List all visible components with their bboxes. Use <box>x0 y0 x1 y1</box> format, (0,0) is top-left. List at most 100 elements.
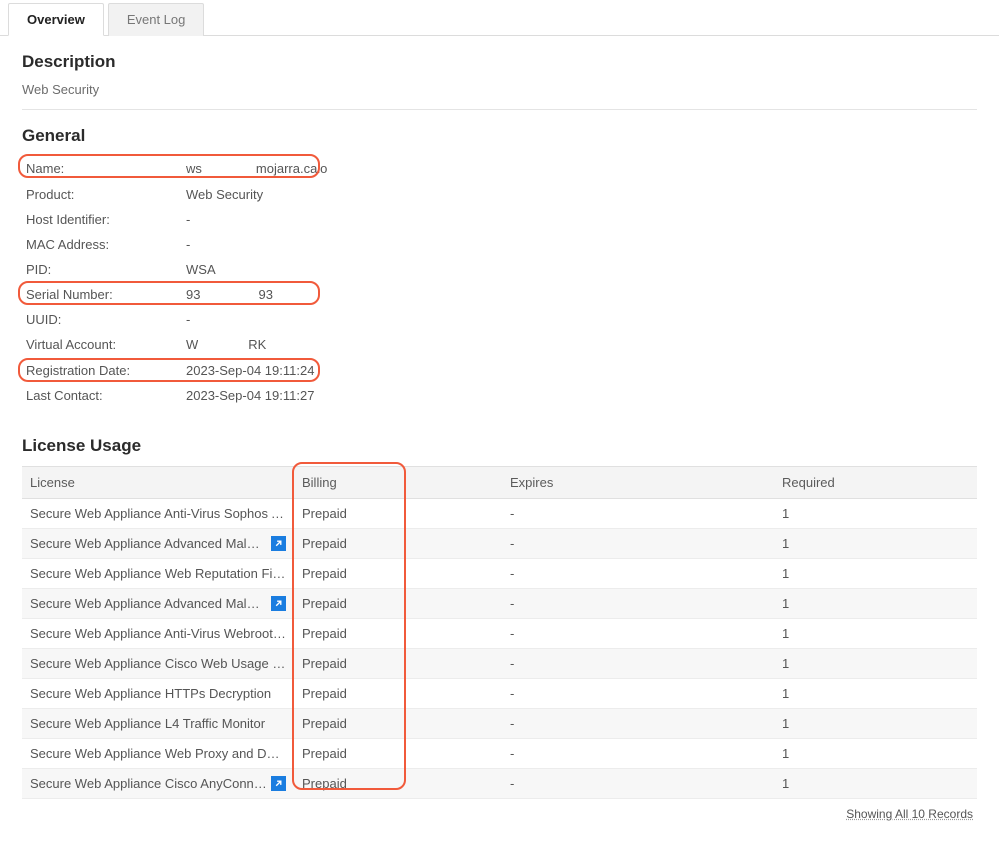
external-link-icon[interactable] <box>271 596 286 611</box>
license-name: Secure Web Appliance HTTPs Decryption <box>30 686 286 701</box>
cell-license: Secure Web Appliance Web Proxy and DVS E… <box>22 739 294 768</box>
row-mac: MAC Address: - <box>22 232 977 257</box>
tab-overview[interactable]: Overview <box>8 3 104 36</box>
value-name: wsmojarra.calo <box>182 156 977 182</box>
description-title: Description <box>22 52 977 72</box>
label-lastcontact: Last Contact: <box>22 383 182 408</box>
row-pid: PID: WSA <box>22 257 977 282</box>
row-name: Name: wsmojarra.calo <box>22 156 977 182</box>
label-product: Product: <box>22 182 182 207</box>
value-uuid: - <box>182 307 977 332</box>
license-title: License Usage <box>22 436 977 456</box>
value-lastcontact: 2023-Sep-04 19:11:27 <box>182 383 977 408</box>
header-billing[interactable]: Billing <box>294 467 502 498</box>
cell-license: Secure Web Appliance Anti-Virus Webroot … <box>22 619 294 648</box>
table-row[interactable]: Secure Web Appliance HTTPs Decryption Pre… <box>22 679 977 709</box>
external-link-icon[interactable] <box>271 776 286 791</box>
license-name: Secure Web Appliance Advanced Malware Pr… <box>30 596 267 611</box>
license-block: License Billing Expires Required Secure … <box>22 466 977 799</box>
license-name: Secure Web Appliance Anti-Virus Sophos A… <box>30 506 286 521</box>
table-row[interactable]: Secure Web Appliance Cisco AnyConnect SM… <box>22 769 977 799</box>
license-name: Secure Web Appliance Cisco AnyConnect SM… <box>30 776 267 791</box>
label-va: Virtual Account: <box>22 332 182 358</box>
cell-expires: - <box>502 619 774 648</box>
cell-expires: - <box>502 589 774 618</box>
row-host: Host Identifier: - <box>22 207 977 232</box>
cell-license: Secure Web Appliance Cisco AnyConnect SM… <box>22 769 294 798</box>
cell-required: 1 <box>774 499 977 528</box>
cell-license: Secure Web Appliance L4 Traffic Monitor <box>22 709 294 738</box>
cell-billing: Prepaid <box>294 769 502 798</box>
cell-license: Secure Web Appliance Anti-Virus Sophos A… <box>22 499 294 528</box>
cell-expires: - <box>502 529 774 558</box>
cell-billing: Prepaid <box>294 559 502 588</box>
license-name: Secure Web Appliance Cisco Web Usage Con… <box>30 656 286 671</box>
cell-required: 1 <box>774 589 977 618</box>
row-uuid: UUID: - <box>22 307 977 332</box>
cell-required: 1 <box>774 679 977 708</box>
license-rows: Secure Web Appliance Anti-Virus Sophos A… <box>22 499 977 799</box>
cell-expires: - <box>502 649 774 678</box>
cell-billing: Prepaid <box>294 679 502 708</box>
cell-required: 1 <box>774 649 977 678</box>
table-row[interactable]: Secure Web Appliance L4 Traffic Monitor P… <box>22 709 977 739</box>
cell-license: Secure Web Appliance Cisco Web Usage Con… <box>22 649 294 678</box>
cell-billing: Prepaid <box>294 499 502 528</box>
cell-required: 1 <box>774 559 977 588</box>
cell-required: 1 <box>774 769 977 798</box>
cell-billing: Prepaid <box>294 709 502 738</box>
description-value: Web Security <box>22 82 977 97</box>
cell-billing: Prepaid <box>294 589 502 618</box>
label-serial: Serial Number: <box>22 282 182 308</box>
table-row[interactable]: Secure Web Appliance Cisco Web Usage Con… <box>22 649 977 679</box>
row-product: Product: Web Security <box>22 182 977 207</box>
cell-expires: - <box>502 769 774 798</box>
tab-eventlog[interactable]: Event Log <box>108 3 205 36</box>
general-block: Name: wsmojarra.calo Product: Web Securi… <box>22 156 977 408</box>
cell-required: 1 <box>774 739 977 768</box>
general-title: General <box>22 126 977 146</box>
table-row[interactable]: Secure Web Appliance Web Proxy and DVS E… <box>22 739 977 769</box>
value-pid: WSA <box>182 257 977 282</box>
value-product: Web Security <box>182 182 977 207</box>
external-link-icon[interactable] <box>271 536 286 551</box>
header-expires[interactable]: Expires <box>502 467 774 498</box>
header-required[interactable]: Required <box>774 467 977 498</box>
cell-required: 1 <box>774 619 977 648</box>
license-name: Secure Web Appliance L4 Traffic Monitor <box>30 716 286 731</box>
license-header: License Billing Expires Required <box>22 466 977 499</box>
row-serial: Serial Number: 9393 <box>22 282 977 308</box>
cell-expires: - <box>502 559 774 588</box>
label-regdate: Registration Date: <box>22 358 182 383</box>
separator <box>22 109 977 110</box>
cell-billing: Prepaid <box>294 649 502 678</box>
license-name: Secure Web Appliance Web Reputation Filt… <box>30 566 286 581</box>
cell-billing: Prepaid <box>294 619 502 648</box>
cell-required: 1 <box>774 529 977 558</box>
value-serial: 9393 <box>182 282 977 308</box>
record-count: Showing All 10 Records <box>22 799 977 823</box>
cell-expires: - <box>502 709 774 738</box>
table-row[interactable]: Secure Web Appliance Anti-Virus Webroot … <box>22 619 977 649</box>
cell-billing: Prepaid <box>294 529 502 558</box>
header-license[interactable]: License <box>22 467 294 498</box>
value-mac: - <box>182 232 977 257</box>
general-table: Name: wsmojarra.calo Product: Web Securi… <box>22 156 977 408</box>
table-row[interactable]: Secure Web Appliance Web Reputation Filt… <box>22 559 977 589</box>
license-name: Secure Web Appliance Advanced Malware Pr… <box>30 536 267 551</box>
label-pid: PID: <box>22 257 182 282</box>
table-row[interactable]: Secure Web Appliance Anti-Virus Sophos A… <box>22 499 977 529</box>
cell-license: Secure Web Appliance HTTPs Decryption <box>22 679 294 708</box>
row-va: Virtual Account: WRK <box>22 332 977 358</box>
cell-expires: - <box>502 679 774 708</box>
license-name: Secure Web Appliance Web Proxy and DVS E… <box>30 746 286 761</box>
license-name: Secure Web Appliance Anti-Virus Webroot … <box>30 626 286 641</box>
cell-billing: Prepaid <box>294 739 502 768</box>
table-row[interactable]: Secure Web Appliance Advanced Malware Pr… <box>22 529 977 559</box>
cell-license: Secure Web Appliance Web Reputation Filt… <box>22 559 294 588</box>
table-row[interactable]: Secure Web Appliance Advanced Malware Pr… <box>22 589 977 619</box>
label-name: Name: <box>22 156 182 182</box>
value-host: - <box>182 207 977 232</box>
row-lastcontact: Last Contact: 2023-Sep-04 19:11:27 <box>22 383 977 408</box>
label-host: Host Identifier: <box>22 207 182 232</box>
